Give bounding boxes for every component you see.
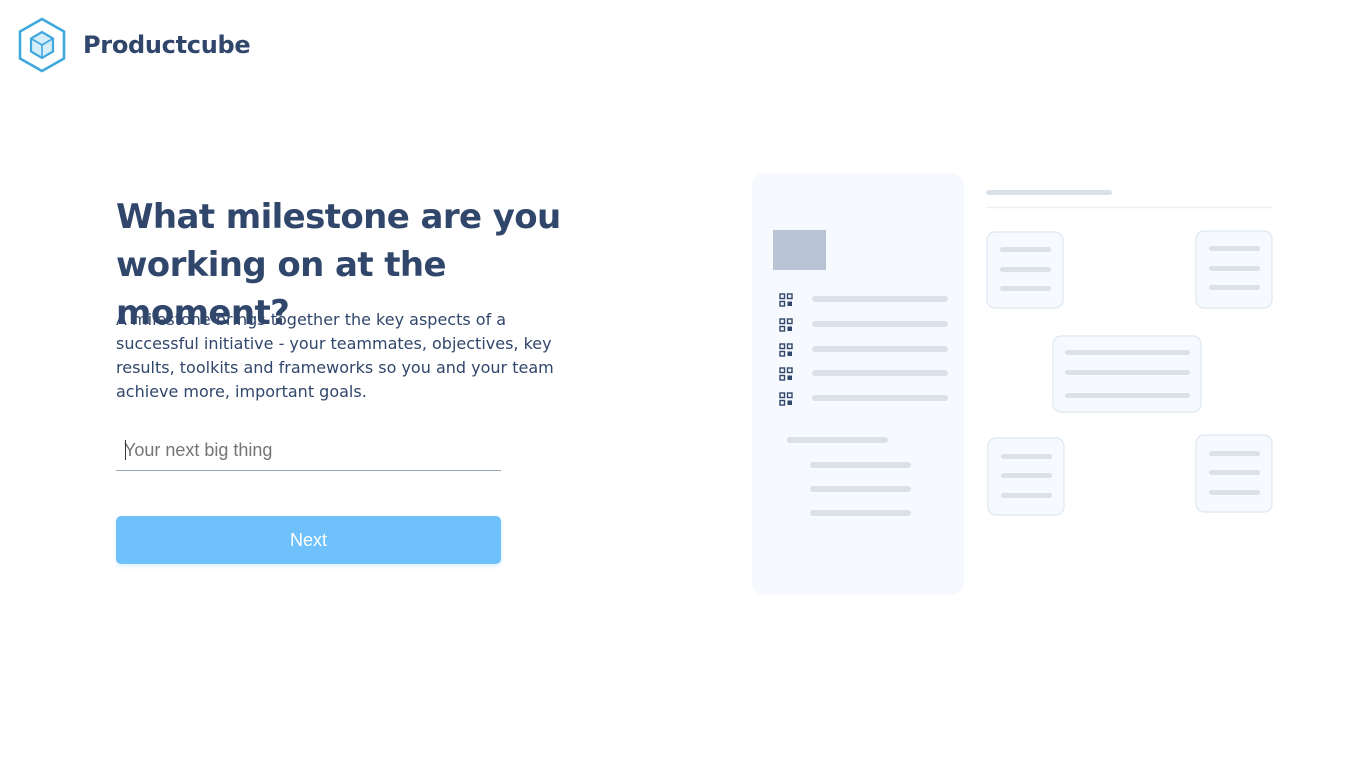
milestone-onboarding-page: Productcube What milestone are you worki… [0, 0, 1366, 768]
illustration-header-line [986, 190, 1112, 195]
brand-name: Productcube [83, 31, 251, 59]
illustration-card-2 [1195, 230, 1273, 309]
illustration-card-3 [987, 437, 1065, 516]
text-caret [125, 440, 126, 460]
milestone-illustration [752, 173, 1273, 595]
brand-logo[interactable]: Productcube [17, 17, 251, 73]
hexagon-cube-logo-icon [18, 17, 66, 73]
milestone-input[interactable] [116, 432, 501, 468]
next-button[interactable]: Next [116, 516, 501, 564]
illustration-placeholder-image [773, 230, 826, 270]
illustration-card-1 [986, 231, 1064, 309]
milestone-input-wrapper [116, 432, 501, 471]
illustration-card-4 [1195, 434, 1273, 513]
illustration-card-center [1052, 335, 1202, 413]
page-description: A milestone brings together the key aspe… [116, 310, 554, 401]
